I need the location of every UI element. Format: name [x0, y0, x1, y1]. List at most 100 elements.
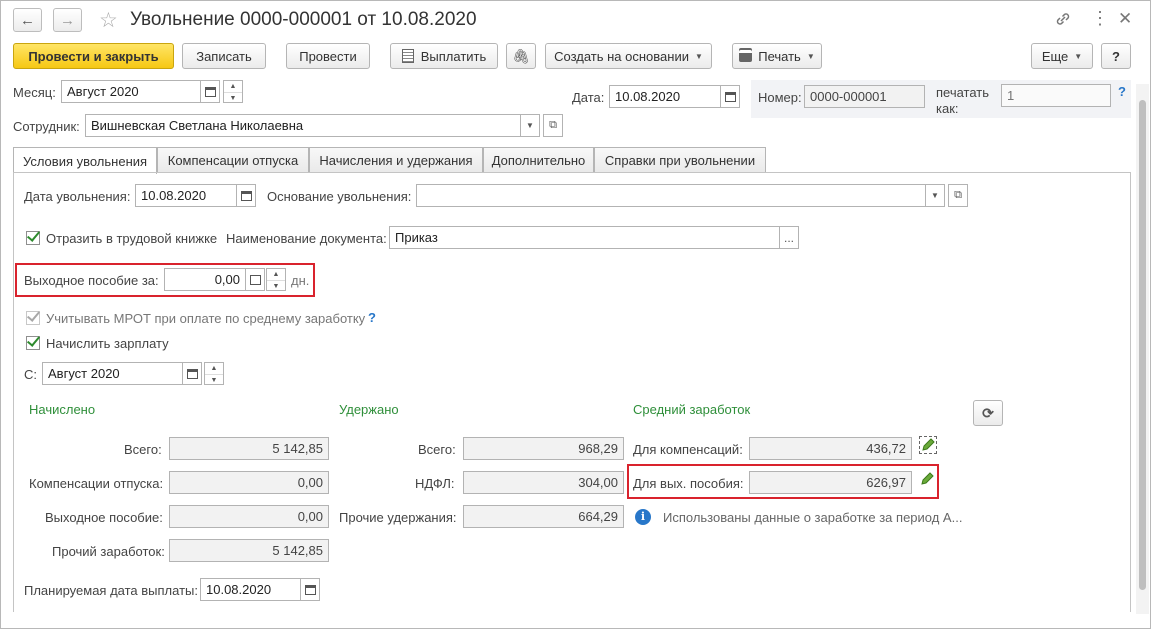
favorite-star-icon[interactable]: ☆ — [99, 8, 118, 33]
dismissal-calendar-button[interactable] — [236, 184, 256, 207]
more-vertical-icon[interactable]: ⋮ — [1091, 8, 1109, 29]
reason-label: Основание увольнения: — [267, 189, 412, 204]
paperclip-icon: 🖇 — [512, 47, 530, 64]
tab-additional[interactable]: Дополнительно — [483, 147, 594, 173]
tab-dismissal-conditions[interactable]: Условия увольнения — [13, 147, 157, 174]
mrot-help-icon[interactable]: ? — [368, 310, 376, 325]
severance-calc-button[interactable] — [245, 268, 265, 291]
severance-spinner[interactable]: ▲ ▼ — [266, 268, 286, 291]
accrued-vacation-label: Компенсации отпуска: — [29, 476, 164, 491]
spin-up-icon: ▲ — [205, 363, 223, 375]
date-calendar-button[interactable] — [720, 85, 740, 108]
workbook-label: Отразить в трудовой книжке — [46, 231, 218, 246]
arrow-right-icon: → — [60, 11, 75, 29]
accrued-severance-field[interactable]: 0,00 — [169, 505, 329, 528]
print-as-input[interactable] — [1001, 84, 1111, 107]
save-button[interactable]: Записать — [182, 43, 266, 69]
date-label: Дата: — [572, 90, 605, 105]
spin-up-icon: ▲ — [267, 269, 285, 281]
month-label: Месяц: — [13, 85, 56, 100]
accrued-vacation-field[interactable]: 0,00 — [169, 471, 329, 494]
caret-down-icon: ▼ — [694, 51, 703, 61]
link-icon[interactable] — [1054, 10, 1072, 33]
mrot-checkbox[interactable] — [26, 311, 40, 325]
help-question-icon[interactable]: ? — [1118, 84, 1126, 99]
tab-certificates[interactable]: Справки при увольнении — [594, 147, 766, 173]
month-spinner[interactable]: ▲ ▼ — [223, 80, 243, 103]
attach-button[interactable]: 🖇 — [506, 43, 536, 69]
planned-date-calendar-button[interactable] — [300, 578, 320, 601]
withheld-total-field[interactable]: 968,29 — [463, 437, 624, 460]
spin-down-icon: ▼ — [210, 377, 218, 384]
caret-down-icon: ▼ — [931, 191, 939, 200]
doc-name-select-button[interactable]: ... — [779, 226, 799, 249]
from-spinner[interactable]: ▲ ▼ — [204, 362, 224, 385]
average-comp-label: Для компенсаций: — [633, 442, 743, 457]
severance-label: Выходное пособие за: — [24, 273, 159, 288]
close-icon[interactable]: ✕ — [1118, 9, 1132, 29]
arrow-left-icon: ← — [20, 11, 35, 29]
number-field[interactable]: 0000-000001 — [804, 85, 925, 108]
accrued-total-field[interactable]: 5 142,85 — [169, 437, 329, 460]
planned-date-field[interactable]: 10.08.2020 — [200, 578, 301, 601]
post-and-close-button[interactable]: Провести и закрыть — [13, 43, 174, 69]
employee-open-button[interactable]: ⧉ — [543, 114, 563, 137]
doc-name-field[interactable]: Приказ — [389, 226, 780, 249]
accrued-title: Начислено — [29, 402, 96, 417]
caret-down-icon: ▼ — [806, 51, 815, 61]
more-button[interactable]: Еще ▼ — [1031, 43, 1093, 69]
scrollbar-thumb[interactable] — [1139, 100, 1146, 590]
forward-button[interactable]: → — [53, 8, 82, 32]
average-info-link[interactable]: Использованы данные о заработке за перио… — [663, 510, 962, 525]
month-calendar-button[interactable] — [200, 80, 220, 103]
calendar-icon — [304, 584, 316, 595]
mrot-label: Учитывать МРОТ при оплате по среднему за… — [46, 311, 366, 326]
planned-date-label: Планируемая дата выплаты: — [24, 583, 198, 598]
ndfl-label: НДФЛ: — [415, 476, 455, 491]
ndfl-field[interactable]: 304,00 — [463, 471, 624, 494]
open-window-icon: ⧉ — [549, 119, 557, 131]
calendar-icon — [724, 91, 736, 102]
print-as-label: печатать — [936, 85, 990, 100]
edit-pencil-icon[interactable] — [919, 436, 937, 454]
reason-field[interactable] — [416, 184, 926, 207]
employee-label: Сотрудник: — [13, 119, 80, 134]
create-based-on-button[interactable]: Создать на основании ▼ — [545, 43, 712, 69]
withheld-other-label: Прочие удержания: — [339, 510, 457, 525]
date-field[interactable]: 10.08.2020 — [609, 85, 721, 108]
print-button[interactable]: Печать ▼ — [732, 43, 822, 69]
help-button[interactable]: ? — [1101, 43, 1131, 69]
average-comp-field[interactable]: 436,72 — [749, 437, 912, 460]
tab-accruals-deductions[interactable]: Начисления и удержания — [309, 147, 483, 173]
print-as-label-2: как: — [936, 101, 959, 116]
workbook-checkbox[interactable] — [26, 231, 40, 245]
from-calendar-button[interactable] — [182, 362, 202, 385]
average-severance-field[interactable]: 626,97 — [749, 471, 912, 494]
page-title: Увольнение 0000-000001 от 10.08.2020 — [130, 9, 477, 30]
severance-days-field[interactable]: 0,00 — [164, 268, 246, 291]
dismissal-date-field[interactable]: 10.08.2020 — [135, 184, 237, 207]
employee-field[interactable]: Вишневская Светлана Николаевна — [85, 114, 521, 137]
reason-open-button[interactable]: ⧉ — [948, 184, 968, 207]
reason-dropdown-button[interactable]: ▼ — [925, 184, 945, 207]
pay-button[interactable]: Выплатить — [390, 43, 498, 69]
calc-salary-label: Начислить зарплату — [46, 336, 169, 351]
from-month-field[interactable]: Август 2020 — [42, 362, 183, 385]
accrued-other-field[interactable]: 5 142,85 — [169, 539, 329, 562]
month-field[interactable]: Август 2020 — [61, 80, 201, 103]
back-button[interactable]: ← — [13, 8, 42, 32]
caret-down-icon: ▼ — [526, 121, 534, 130]
calc-salary-checkbox[interactable] — [26, 336, 40, 350]
withheld-total-label: Всего: — [418, 442, 456, 457]
employee-dropdown-button[interactable]: ▼ — [520, 114, 540, 137]
tab-vacation-compensation[interactable]: Компенсации отпуска — [157, 147, 309, 173]
refresh-button[interactable]: ⟳ — [973, 400, 1003, 426]
post-button[interactable]: Провести — [286, 43, 370, 69]
ellipsis-icon: ... — [783, 230, 794, 245]
open-window-icon: ⧉ — [954, 189, 962, 201]
withheld-other-field[interactable]: 664,29 — [463, 505, 624, 528]
edit-pencil-icon[interactable] — [919, 471, 937, 489]
calendar-icon — [204, 86, 216, 97]
accrued-severance-label: Выходное пособие: — [45, 510, 163, 525]
printer-icon — [739, 50, 753, 62]
